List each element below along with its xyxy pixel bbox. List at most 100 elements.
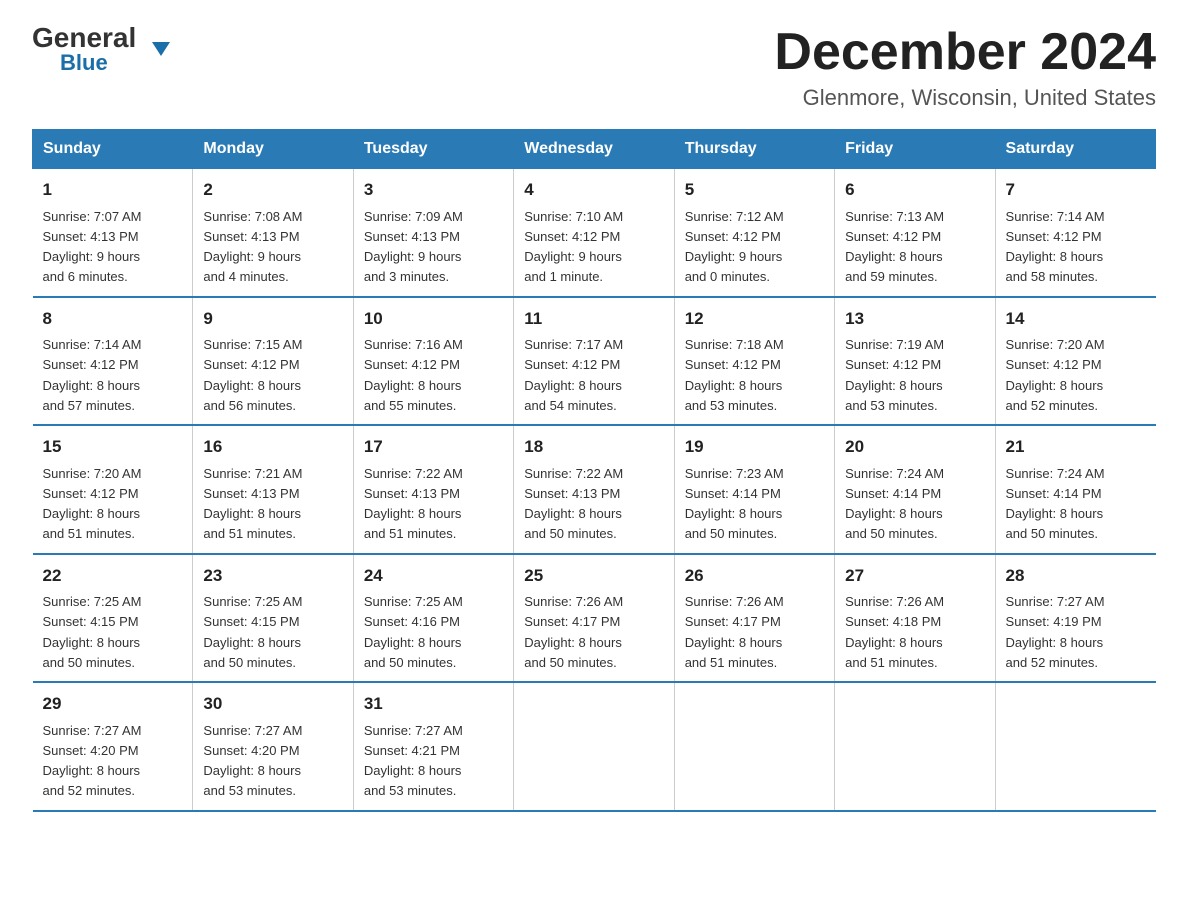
day-number: 16 [203,434,342,460]
day-number: 24 [364,563,503,589]
table-row: 30 Sunrise: 7:27 AMSunset: 4:20 PMDayligh… [193,682,353,811]
day-number: 30 [203,691,342,717]
day-info: Sunrise: 7:14 AMSunset: 4:12 PMDaylight:… [43,337,142,413]
table-row: 9Sunrise: 7:15 AMSunset: 4:12 PMDaylight… [193,297,353,426]
table-row: 6 Sunrise: 7:13 AMSunset: 4:12 PMDaylight… [835,169,995,297]
table-row: 28 Sunrise: 7:27 AMSunset: 4:19 PMDayligh… [995,554,1155,683]
table-row: 18 Sunrise: 7:22 AMSunset: 4:13 PMDayligh… [514,425,674,554]
day-info: Sunrise: 7:09 AMSunset: 4:13 PMDaylight:… [364,209,463,285]
table-row: 15Sunrise: 7:20 AMSunset: 4:12 PMDayligh… [33,425,193,554]
day-info: Sunrise: 7:23 AMSunset: 4:14 PMDaylight:… [685,466,784,542]
table-row: 3 Sunrise: 7:09 AMSunset: 4:13 PMDaylight… [353,169,513,297]
day-number: 5 [685,177,824,203]
day-info: Sunrise: 7:21 AMSunset: 4:13 PMDaylight:… [203,466,302,542]
day-number: 2 [203,177,342,203]
calendar-table: Sunday Monday Tuesday Wednesday Thursday… [32,129,1156,812]
day-info: Sunrise: 7:25 AMSunset: 4:15 PMDaylight:… [43,594,142,670]
day-number: 19 [685,434,824,460]
table-row: 23 Sunrise: 7:25 AMSunset: 4:15 PMDayligh… [193,554,353,683]
day-number: 28 [1006,563,1146,589]
title-block: December 2024 Glenmore, Wisconsin, Unite… [774,24,1156,111]
day-number: 13 [845,306,984,332]
day-info: Sunrise: 7:25 AMSunset: 4:16 PMDaylight:… [364,594,463,670]
day-number: 6 [845,177,984,203]
day-number: 3 [364,177,503,203]
calendar-header-row: Sunday Monday Tuesday Wednesday Thursday… [33,130,1156,169]
table-row [835,682,995,811]
col-wednesday: Wednesday [514,130,674,169]
day-info: Sunrise: 7:26 AMSunset: 4:18 PMDaylight:… [845,594,944,670]
day-info: Sunrise: 7:27 AMSunset: 4:19 PMDaylight:… [1006,594,1105,670]
table-row: 11Sunrise: 7:17 AMSunset: 4:12 PMDayligh… [514,297,674,426]
day-info: Sunrise: 7:14 AMSunset: 4:12 PMDaylight:… [1006,209,1105,285]
day-number: 25 [524,563,663,589]
day-number: 17 [364,434,503,460]
table-row: 12Sunrise: 7:18 AMSunset: 4:12 PMDayligh… [674,297,834,426]
calendar-week-row: 15Sunrise: 7:20 AMSunset: 4:12 PMDayligh… [33,425,1156,554]
calendar-week-row: 29 Sunrise: 7:27 AMSunset: 4:20 PMDayligh… [33,682,1156,811]
table-row: 25 Sunrise: 7:26 AMSunset: 4:17 PMDayligh… [514,554,674,683]
table-row: 22 Sunrise: 7:25 AMSunset: 4:15 PMDayligh… [33,554,193,683]
day-info: Sunrise: 7:25 AMSunset: 4:15 PMDaylight:… [203,594,302,670]
day-info: Sunrise: 7:13 AMSunset: 4:12 PMDaylight:… [845,209,944,285]
day-info: Sunrise: 7:22 AMSunset: 4:13 PMDaylight:… [364,466,463,542]
table-row: 14 Sunrise: 7:20 AMSunset: 4:12 PMDayligh… [995,297,1155,426]
day-number: 4 [524,177,663,203]
table-row: 19 Sunrise: 7:23 AMSunset: 4:14 PMDayligh… [674,425,834,554]
day-number: 29 [43,691,183,717]
day-info: Sunrise: 7:17 AMSunset: 4:12 PMDaylight:… [524,337,623,413]
day-info: Sunrise: 7:26 AMSunset: 4:17 PMDaylight:… [524,594,623,670]
day-number: 7 [1006,177,1146,203]
table-row: 21Sunrise: 7:24 AMSunset: 4:14 PMDayligh… [995,425,1155,554]
day-info: Sunrise: 7:07 AMSunset: 4:13 PMDaylight:… [43,209,142,285]
day-info: Sunrise: 7:27 AMSunset: 4:20 PMDaylight:… [43,723,142,799]
table-row [514,682,674,811]
table-row: 17 Sunrise: 7:22 AMSunset: 4:13 PMDayligh… [353,425,513,554]
table-row [674,682,834,811]
day-number: 14 [1006,306,1146,332]
table-row: 5 Sunrise: 7:12 AMSunset: 4:12 PMDaylight… [674,169,834,297]
calendar-week-row: 8 Sunrise: 7:14 AMSunset: 4:12 PMDaylight… [33,297,1156,426]
day-number: 8 [43,306,183,332]
table-row: 24 Sunrise: 7:25 AMSunset: 4:16 PMDayligh… [353,554,513,683]
col-friday: Friday [835,130,995,169]
day-number: 1 [43,177,183,203]
table-row: 31Sunrise: 7:27 AMSunset: 4:21 PMDayligh… [353,682,513,811]
logo-general-text: General [32,24,136,52]
day-info: Sunrise: 7:16 AMSunset: 4:12 PMDaylight:… [364,337,463,413]
table-row: 1 Sunrise: 7:07 AMSunset: 4:13 PMDaylight… [33,169,193,297]
calendar-week-row: 1 Sunrise: 7:07 AMSunset: 4:13 PMDaylight… [33,169,1156,297]
table-row: 20 Sunrise: 7:24 AMSunset: 4:14 PMDayligh… [835,425,995,554]
col-thursday: Thursday [674,130,834,169]
table-row: 29 Sunrise: 7:27 AMSunset: 4:20 PMDayligh… [33,682,193,811]
table-row: 8 Sunrise: 7:14 AMSunset: 4:12 PMDaylight… [33,297,193,426]
day-number: 23 [203,563,342,589]
table-row [995,682,1155,811]
day-info: Sunrise: 7:26 AMSunset: 4:17 PMDaylight:… [685,594,784,670]
day-number: 15 [43,434,183,460]
day-info: Sunrise: 7:22 AMSunset: 4:13 PMDaylight:… [524,466,623,542]
day-info: Sunrise: 7:19 AMSunset: 4:12 PMDaylight:… [845,337,944,413]
page-subtitle: Glenmore, Wisconsin, United States [774,85,1156,111]
day-number: 22 [43,563,183,589]
day-info: Sunrise: 7:20 AMSunset: 4:12 PMDaylight:… [1006,337,1105,413]
day-info: Sunrise: 7:18 AMSunset: 4:12 PMDaylight:… [685,337,784,413]
table-row: 10Sunrise: 7:16 AMSunset: 4:12 PMDayligh… [353,297,513,426]
col-monday: Monday [193,130,353,169]
day-info: Sunrise: 7:12 AMSunset: 4:12 PMDaylight:… [685,209,784,285]
table-row: 27 Sunrise: 7:26 AMSunset: 4:18 PMDayligh… [835,554,995,683]
page-header: General Blue December 2024 Glenmore, Wis… [32,24,1156,111]
day-info: Sunrise: 7:24 AMSunset: 4:14 PMDaylight:… [845,466,944,542]
day-number: 27 [845,563,984,589]
col-saturday: Saturday [995,130,1155,169]
logo-triangle-icon [150,38,172,60]
logo-blue-text: Blue [60,50,108,75]
col-tuesday: Tuesday [353,130,513,169]
day-number: 20 [845,434,984,460]
day-info: Sunrise: 7:27 AMSunset: 4:20 PMDaylight:… [203,723,302,799]
table-row: 7 Sunrise: 7:14 AMSunset: 4:12 PMDaylight… [995,169,1155,297]
day-info: Sunrise: 7:10 AMSunset: 4:12 PMDaylight:… [524,209,623,285]
day-number: 31 [364,691,503,717]
table-row: 4 Sunrise: 7:10 AMSunset: 4:12 PMDaylight… [514,169,674,297]
day-number: 18 [524,434,663,460]
